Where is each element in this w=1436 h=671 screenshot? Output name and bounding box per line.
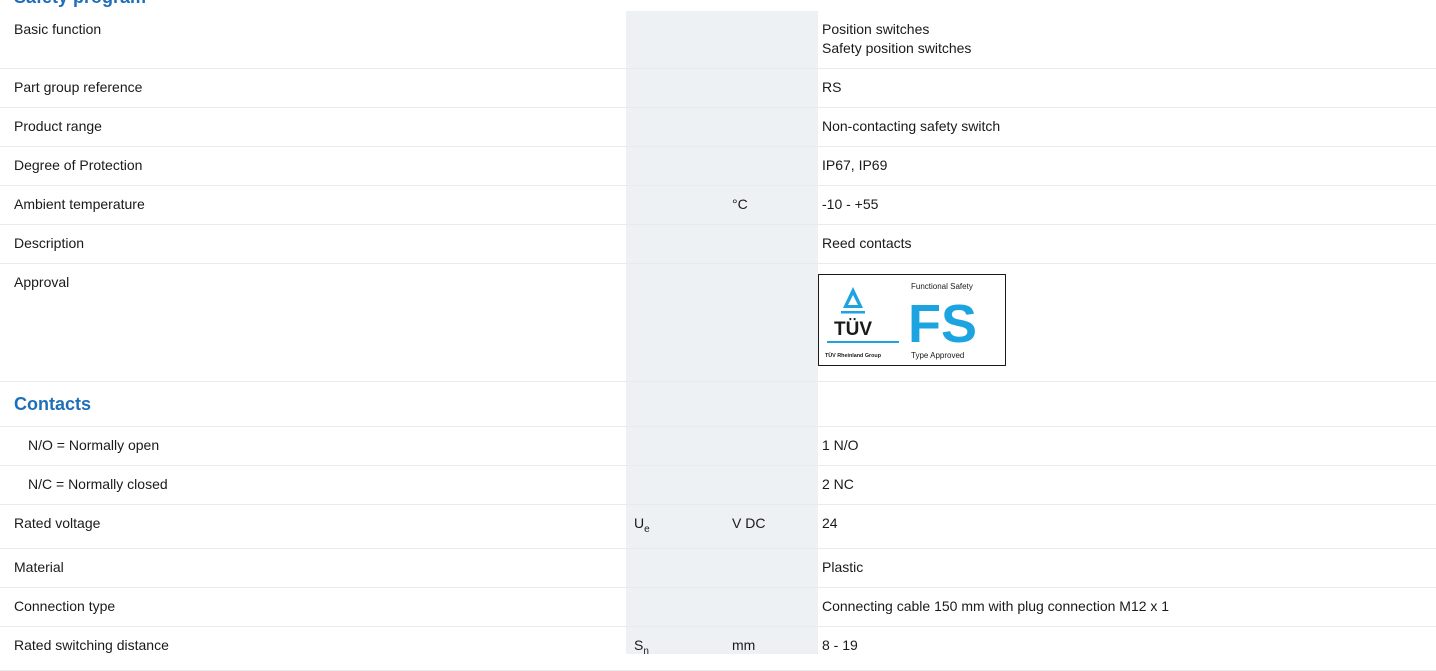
contacts-section-title: Contacts [14, 394, 92, 414]
row-unit: °C [732, 196, 748, 212]
row-symbol [626, 108, 730, 126]
type-approved-text: Type Approved [911, 351, 964, 360]
row-name: Part group reference [14, 79, 143, 95]
row-value: 1 N/O [822, 437, 859, 453]
row-value: Position switches Safety position switch… [818, 11, 1436, 67]
row-symbol [626, 11, 730, 29]
table-row: Connection type Connecting cable 150 mm … [0, 587, 1436, 627]
row-unit [730, 225, 818, 243]
symbol-subscript: n [643, 646, 649, 657]
row-symbol [626, 225, 730, 243]
row-symbol [626, 147, 730, 165]
row-name: Product range [14, 118, 102, 134]
row-name: Rated voltage [14, 515, 101, 531]
row-unit: mm [732, 637, 756, 653]
row-value: Reed contacts [822, 235, 912, 251]
row-symbol: Ue [626, 505, 730, 548]
row-unit [730, 588, 818, 606]
table-row: Material Plastic [0, 548, 1436, 588]
row-value: 8 - 19 [822, 637, 858, 653]
symbol-subscript: e [644, 524, 650, 535]
row-name: Degree of Protection [14, 157, 143, 173]
tuv-fs-approval-logo: TÜV TÜV Rheinland Group Functional Safet… [818, 274, 1006, 366]
table-row: Description Reed contacts [0, 224, 1436, 264]
row-value: IP67, IP69 [822, 157, 888, 173]
row-value: Non-contacting safety switch [822, 118, 1001, 134]
row-symbol [626, 69, 730, 87]
table-row: Rated voltage Ue V DC 24 [0, 504, 1436, 549]
row-value: Plastic [822, 559, 864, 575]
row-name: Rated switching distance [14, 637, 169, 653]
row-value: Connecting cable 150 mm with plug connec… [822, 598, 1170, 614]
row-name: Description [14, 235, 85, 251]
row-unit [730, 549, 818, 567]
tuv-triangle-icon [841, 287, 865, 314]
tuv-group-text: TÜV Rheinland Group [825, 352, 882, 359]
row-symbol [626, 588, 730, 606]
fs-mark-text: FS [908, 294, 977, 354]
table-row: Rated switching distance Sn mm 8 - 19 [0, 626, 1436, 671]
row-name: N/C = Normally closed [28, 476, 168, 492]
table-row: Basic function Position switches Safety … [0, 11, 1436, 69]
symbol-base: S [634, 637, 644, 653]
row-name: Connection type [14, 598, 116, 614]
row-symbol [626, 186, 730, 204]
row-unit: V DC [732, 515, 766, 531]
section-row: Contacts [0, 381, 1436, 427]
row-unit [730, 108, 818, 126]
functional-safety-text: Functional Safety [911, 282, 973, 291]
row-value: RS [822, 79, 842, 95]
row-unit [730, 147, 818, 165]
row-value: 2 NC [822, 476, 854, 492]
row-name: N/O = Normally open [28, 437, 160, 453]
table-row: Part group reference RS [0, 68, 1436, 108]
section-heading-cut: Safety program [14, 0, 146, 8]
row-symbol: Sn [626, 627, 730, 670]
table-row: Ambient temperature °C -10 - +55 [0, 185, 1436, 225]
row-symbol [626, 549, 730, 567]
row-value: 24 [822, 515, 838, 531]
approval-logo-graphic: TÜV TÜV Rheinland Group Functional Safet… [825, 282, 977, 360]
symbol-base: U [634, 515, 645, 531]
row-name: Material [14, 559, 64, 575]
table-row: Approval TÜV TÜV Rheinland Group Functio… [0, 263, 1436, 382]
row-name: Approval [14, 274, 70, 290]
row-name: Basic function [14, 21, 102, 37]
table-row: Degree of Protection IP67, IP69 [0, 146, 1436, 186]
table-row: Product range Non-contacting safety swit… [0, 107, 1436, 147]
tuv-brand-text: TÜV [834, 319, 872, 340]
table-row: N/O = Normally open 1 N/O [0, 426, 1436, 466]
value-line: Safety position switches [822, 40, 972, 56]
spec-table: Basic function Position switches Safety … [0, 11, 1436, 671]
table-row: N/C = Normally closed 2 NC [0, 465, 1436, 505]
row-unit [730, 69, 818, 87]
row-name: Ambient temperature [14, 196, 145, 212]
value-line: Position switches [822, 21, 930, 37]
row-unit [730, 11, 818, 29]
row-value: -10 - +55 [822, 196, 879, 212]
